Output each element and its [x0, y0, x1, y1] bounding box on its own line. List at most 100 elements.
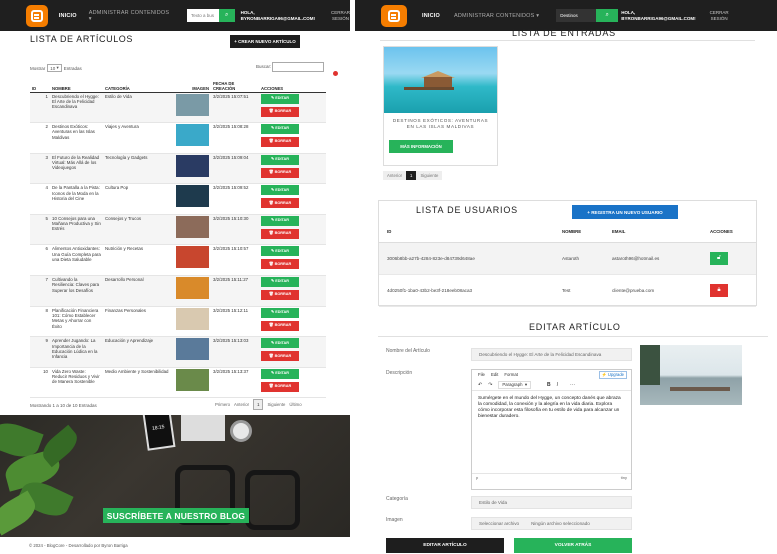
nav-search-input[interactable]: Destinos	[556, 9, 597, 22]
nav-home-link[interactable]: INICIO	[59, 13, 77, 19]
delete-button[interactable]: 🗑 BORRAR	[261, 106, 299, 117]
left-navbar: INICIO ADMINISTRAR CONTENIDOS ▾ Texto a …	[0, 0, 350, 31]
article-thumbnail	[176, 93, 209, 116]
delete-button[interactable]: 🗑 BORRAR	[261, 167, 299, 178]
pager-next[interactable]: Siguiente	[416, 171, 443, 180]
nav-search-input[interactable]: Texto a bus	[187, 9, 219, 22]
users-panel: LISTA DE USUARIOS + REGISTRA UN NUEVO US…	[378, 200, 757, 307]
table-search-input[interactable]	[272, 62, 324, 72]
italic-icon[interactable]: I	[557, 382, 558, 388]
article-thumbnail	[176, 185, 209, 208]
nav-home-link[interactable]: INICIO	[422, 13, 440, 19]
edit-button[interactable]: ✎ EDITAR	[261, 93, 299, 104]
article-current-image	[640, 345, 742, 405]
edit-button[interactable]: ✎ EDITAR	[261, 307, 299, 318]
delete-button[interactable]: 🗑 BORRAR	[261, 137, 299, 148]
editor-content[interactable]: Sumérgete en el mundo del Hygge, un conc…	[472, 391, 631, 473]
edit-article-title: EDITAR ARTÍCULO	[529, 322, 621, 332]
delete-button[interactable]: 🗑 BORRAR	[261, 320, 299, 331]
blogger-logo-icon[interactable]	[381, 4, 407, 27]
delete-button[interactable]: 🗑 BORRAR	[261, 259, 299, 270]
lock-icon[interactable]: 🔒︎	[710, 283, 728, 297]
blogger-logo-icon[interactable]	[26, 4, 48, 27]
article-thumbnail	[176, 215, 209, 238]
register-user-button[interactable]: + REGISTRA UN NUEVO USUARIO	[572, 205, 678, 219]
pager-prev[interactable]: Anterior	[234, 402, 249, 407]
pager-next[interactable]: Siguiente	[267, 402, 285, 407]
more-icon[interactable]: ···	[570, 382, 575, 388]
entry-card[interactable]: DESTINOS EXÓTICOS: AVENTURAS EN LAS ISLA…	[383, 46, 498, 166]
cell-date: 3/2/2025 15:11:27	[211, 275, 259, 307]
cell-date: 3/2/2025 15:08:28	[211, 122, 259, 154]
col-id[interactable]: ID	[30, 77, 50, 93]
users-table: ID NOMBRE EMAIL ACCIONES 3006b8bb-a27b-4…	[379, 222, 756, 307]
menu-edit[interactable]: Edit	[491, 372, 498, 377]
block-format-select[interactable]: Paragraph ▾	[498, 380, 532, 389]
edit-button[interactable]: ✎ EDITAR	[261, 277, 299, 288]
category-select[interactable]: Estilo de Vida	[471, 496, 632, 509]
delete-button[interactable]: 🗑 BORRAR	[261, 198, 299, 209]
rich-text-editor[interactable]: File Edit Format ⚡ Upgrade ↶ ↷ Paragraph…	[471, 369, 632, 490]
entry-card-image	[384, 47, 497, 113]
undo-icon[interactable]: ↶	[478, 382, 482, 388]
footer-text: © 2024 - BlogCore - Desarrollado por Byr…	[29, 543, 128, 548]
pager-prev[interactable]: Anterior	[383, 171, 407, 180]
nav-user-greeting: HOLA, BYRONBARRIGA96@GMAIL.COM!	[240, 9, 315, 21]
submit-edit-button[interactable]: EDITAR ARTÍCULO	[386, 538, 504, 553]
cell-image	[173, 244, 211, 277]
edit-button[interactable]: ✎ EDITAR	[261, 124, 299, 135]
table-row: 2 Destinos Exóticos: Aventuras en las Isl…	[30, 122, 326, 154]
choose-file-button[interactable]: Seleccionar archivo	[479, 521, 519, 526]
subscribe-hero-banner: 18:15 SUSCRÍBETE A NUESTRO BLOG	[0, 415, 350, 537]
cell-image	[173, 367, 211, 399]
edit-button[interactable]: ✎ EDITAR	[261, 338, 299, 349]
search-icon[interactable]: ⌕	[596, 9, 619, 22]
pager-current[interactable]: 1	[406, 171, 417, 180]
nav-manage-dropdown[interactable]: ADMINISTRAR CONTENIDOS ▾	[89, 10, 173, 22]
delete-button[interactable]: 🗑 BORRAR	[261, 228, 299, 239]
upgrade-button[interactable]: ⚡ Upgrade	[598, 371, 627, 379]
col-date[interactable]: FECHA DE CREACIÓN	[211, 77, 259, 93]
entries-length-select[interactable]: 10 ▾	[47, 64, 62, 72]
cell-date: 3/2/2025 15:13:37	[211, 367, 259, 399]
entries-title: LISTA DE ENTRADAS	[512, 28, 616, 38]
pager-current[interactable]: 1	[253, 399, 264, 410]
table-row: 4 De la Pantalla a la Pista: Iconos de la…	[30, 183, 326, 215]
article-name-input[interactable]: Descubriendo el Hygge: El Arte de la Fel…	[471, 348, 632, 361]
tiny-logo: tiny	[620, 475, 627, 480]
edit-button[interactable]: ✎ EDITAR	[261, 215, 299, 226]
category-label: Categoría	[386, 496, 408, 502]
col-actions: ACCIONES	[702, 222, 756, 243]
search-icon[interactable]: ⌕	[218, 9, 235, 22]
col-actions: ACCIONES	[259, 77, 326, 93]
delete-button[interactable]: 🗑 BORRAR	[261, 351, 299, 362]
nav-logout-link[interactable]: CERRAR SESIÓN	[710, 10, 729, 22]
edit-button[interactable]: ✎ EDITAR	[261, 185, 299, 196]
col-category[interactable]: CATEGORÍA	[103, 77, 173, 93]
image-file-input[interactable]: Seleccionar archivo Ningún archivo selec…	[471, 517, 632, 530]
nav-manage-dropdown[interactable]: ADMINISTRAR CONTENIDOS ▾	[454, 13, 539, 19]
create-article-button[interactable]: + CREAR NUEVO ARTÍCULO	[230, 35, 300, 48]
article-thumbnail	[176, 246, 209, 269]
delete-button[interactable]: 🗑 BORRAR	[261, 381, 299, 392]
subscribe-button[interactable]: SUSCRÍBETE A NUESTRO BLOG	[103, 508, 249, 523]
unlock-icon[interactable]: 🔓︎	[710, 251, 728, 265]
edit-button[interactable]: ✎ EDITAR	[261, 154, 299, 165]
cell-category: Educación y Aprendizaje	[103, 336, 173, 368]
articles-table: ID NOMBRE CATEGORÍA IMAGEN FECHA DE CREA…	[30, 77, 326, 399]
nav-logout-link[interactable]: CERRAR SESIÓN	[331, 10, 350, 22]
pager-last[interactable]: Último	[289, 402, 301, 407]
delete-button[interactable]: 🗑 BORRAR	[261, 290, 299, 301]
col-name[interactable]: NOMBRE	[50, 77, 103, 93]
menu-format[interactable]: Format	[504, 372, 518, 377]
chair-image	[245, 470, 300, 530]
menu-file[interactable]: File	[478, 372, 485, 377]
edit-button[interactable]: ✎ EDITAR	[261, 368, 299, 379]
cell-actions: ✎ EDITAR 🗑 BORRAR	[259, 183, 326, 215]
bold-icon[interactable]: B	[547, 382, 551, 388]
pager-first[interactable]: Primero	[215, 402, 230, 407]
more-info-button[interactable]: MÁS INFORMACIÓN	[389, 140, 453, 153]
edit-button[interactable]: ✎ EDITAR	[261, 246, 299, 257]
redo-icon[interactable]: ↷	[488, 382, 492, 388]
back-button[interactable]: VOLVER ATRÁS	[514, 538, 632, 553]
